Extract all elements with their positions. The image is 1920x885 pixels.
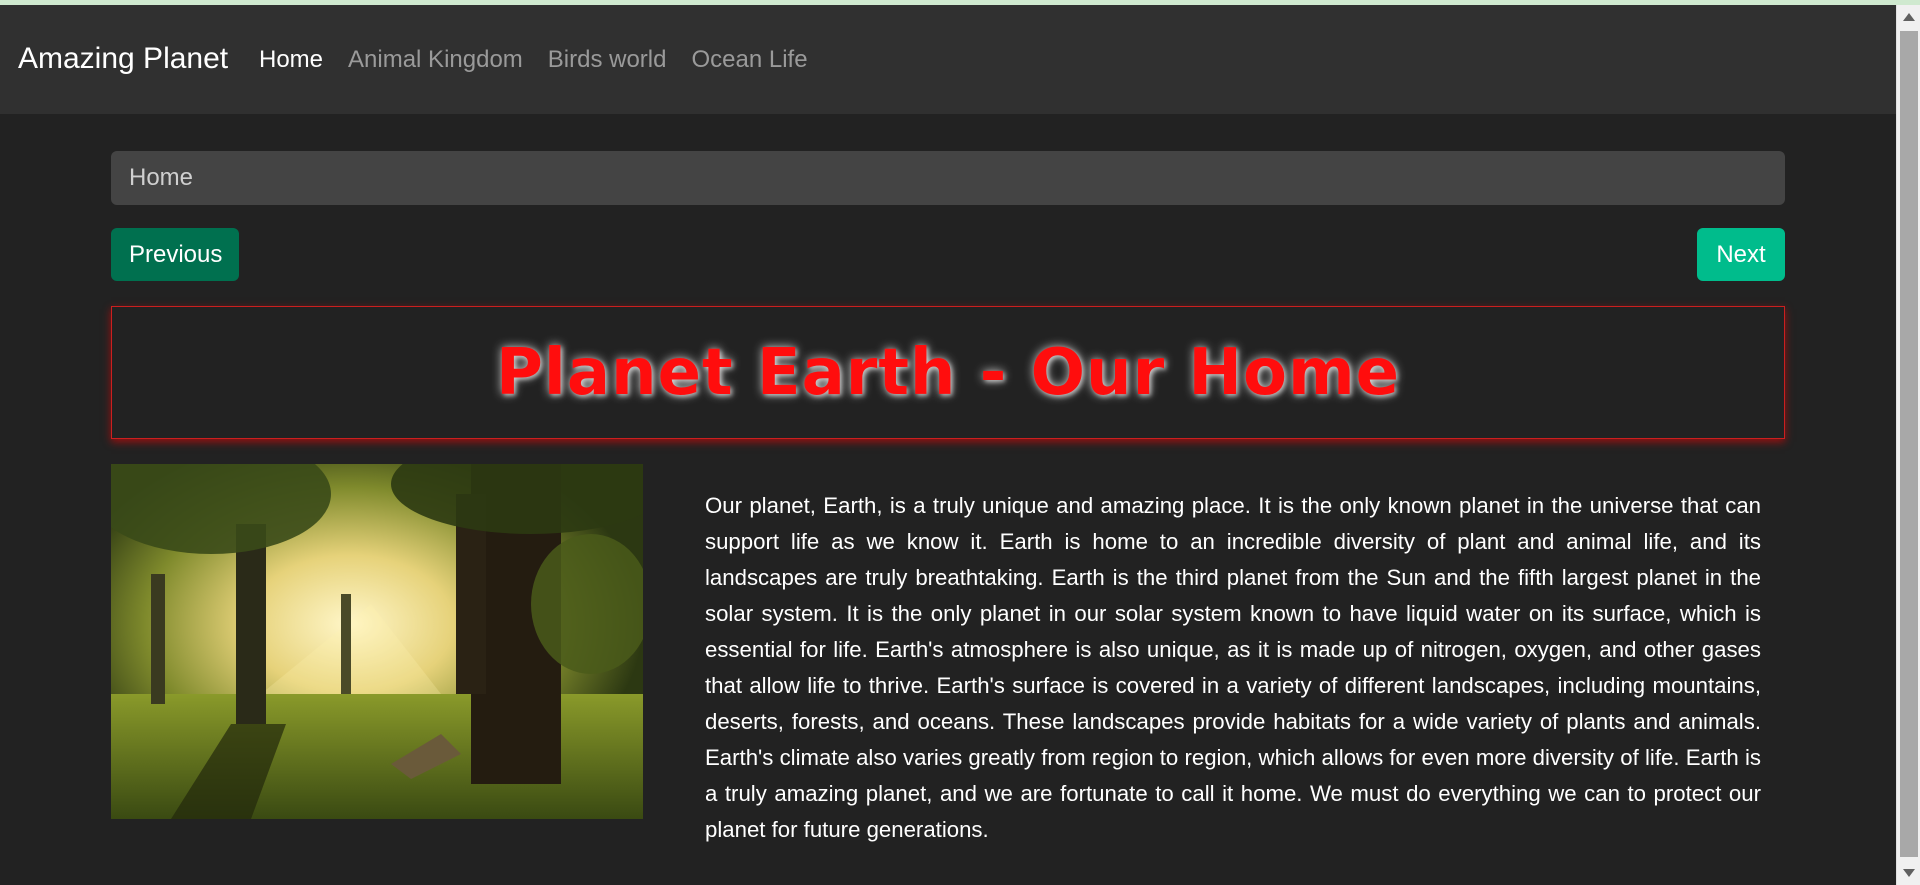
- navbar: Amazing Planet Home Animal Kingdom Birds…: [0, 5, 1896, 114]
- nav-link-ocean-life[interactable]: Ocean Life: [691, 48, 807, 72]
- nav-link-birds-world[interactable]: Birds world: [548, 48, 667, 72]
- breadcrumb: Home: [111, 151, 1785, 205]
- breadcrumb-item-home: Home: [129, 164, 194, 191]
- previous-button[interactable]: Previous: [111, 228, 239, 281]
- scroll-up-arrow-icon[interactable]: [1903, 13, 1915, 21]
- next-button[interactable]: Next: [1697, 228, 1785, 281]
- nav-links: Home Animal Kingdom Birds world Ocean Li…: [259, 48, 833, 72]
- hero-title-box: Planet Earth - Our Home: [111, 306, 1785, 439]
- main-content: Home Previous Next Planet Earth - Our Ho…: [0, 114, 1896, 885]
- forest-image: [111, 464, 643, 819]
- forest-illustration: [111, 464, 643, 819]
- nav-link-home[interactable]: Home: [259, 48, 323, 72]
- nav-link-animal-kingdom[interactable]: Animal Kingdom: [348, 48, 523, 72]
- scroll-thumb[interactable]: [1900, 31, 1918, 857]
- scroll-down-arrow-icon[interactable]: [1903, 869, 1915, 877]
- page-title: Planet Earth - Our Home: [495, 335, 1401, 410]
- brand-link[interactable]: Amazing Planet: [18, 44, 228, 74]
- vertical-scrollbar[interactable]: [1896, 5, 1920, 885]
- article-text: Our planet, Earth, is a truly unique and…: [705, 493, 1761, 842]
